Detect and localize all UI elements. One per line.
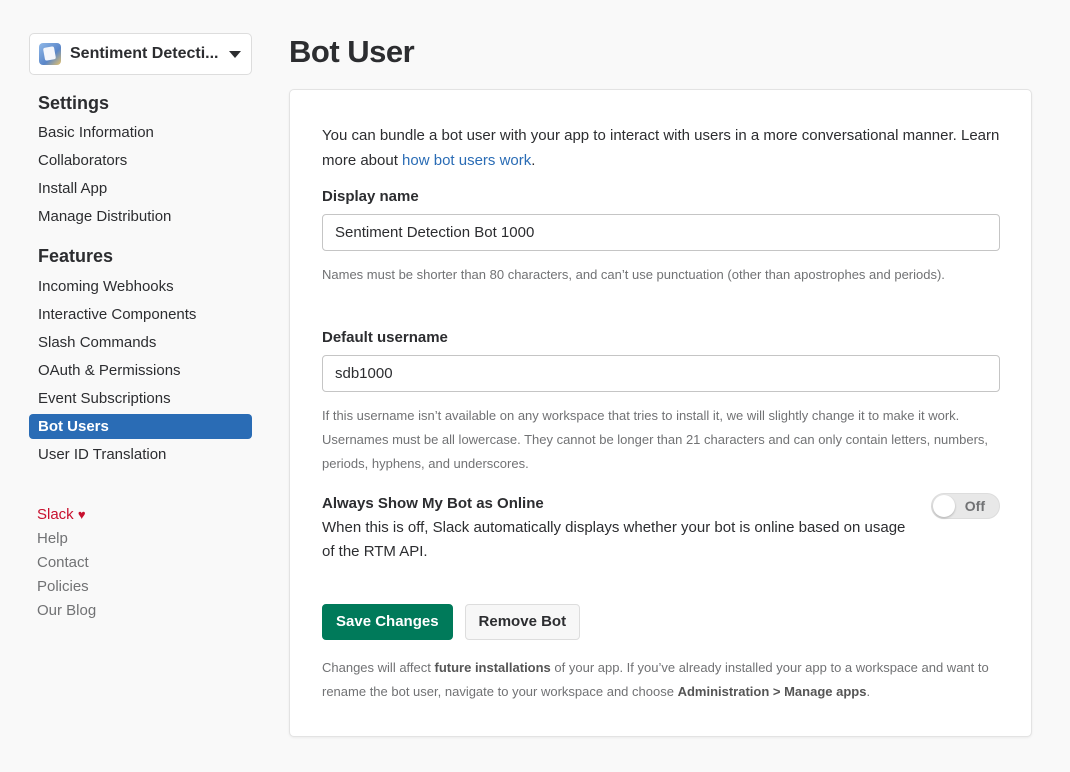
sidebar-item-incoming-webhooks[interactable]: Incoming Webhooks [29, 273, 252, 301]
note-bold-2: Administration > Manage apps [677, 684, 867, 699]
settings-heading: Settings [38, 93, 110, 113]
username-label: Default username [322, 329, 448, 346]
app-icon [39, 43, 61, 65]
note-part-1: Changes will affect [322, 660, 435, 675]
features-nav: Incoming Webhooks Interactive Components… [29, 273, 252, 469]
online-setting: Always Show My Bot as Online When this i… [322, 492, 1000, 564]
sidebar-item-event-subscriptions[interactable]: Event Subscriptions [29, 385, 252, 413]
footer-link-contact[interactable]: Contact [29, 551, 252, 575]
app-name: Sentiment Detecti... [70, 45, 219, 62]
save-changes-button[interactable]: Save Changes [322, 604, 453, 640]
online-toggle[interactable]: Off [931, 493, 1000, 519]
footer-links: Slack ♥ Help Contact Policies Our Blog [29, 503, 252, 623]
page-title: Bot User [289, 34, 415, 69]
intro-text: You can bundle a bot user with your app … [322, 123, 1000, 173]
username-field[interactable]: sdb1000 [322, 355, 1000, 392]
changes-note: Changes will affect future installations… [322, 656, 1000, 704]
note-end: . [866, 684, 871, 699]
sidebar-item-install-app[interactable]: Install App [29, 175, 252, 203]
sidebar-item-user-id-translation[interactable]: User ID Translation [29, 441, 252, 469]
sidebar-item-manage-distribution[interactable]: Manage Distribution [29, 203, 252, 231]
sidebar-item-bot-users[interactable]: Bot Users [29, 414, 252, 439]
display-name-hint: Names must be shorter than 80 characters… [322, 267, 945, 282]
sidebar-item-basic-information[interactable]: Basic Information [29, 119, 252, 147]
bot-users-docs-link[interactable]: how bot users work [402, 152, 531, 169]
footer-link-policies[interactable]: Policies [29, 575, 252, 599]
sidebar-item-oauth-permissions[interactable]: OAuth & Permissions [29, 357, 252, 385]
features-heading: Features [38, 246, 114, 266]
sidebar: Sentiment Detecti... Settings Basic Info… [29, 33, 252, 623]
chevron-down-icon [229, 50, 241, 58]
toggle-knob [933, 495, 955, 517]
intro-end: . [531, 152, 536, 169]
remove-bot-button[interactable]: Remove Bot [464, 604, 581, 640]
online-label: Always Show My Bot as Online [322, 495, 544, 512]
sidebar-item-slash-commands[interactable]: Slash Commands [29, 329, 252, 357]
bot-user-card: You can bundle a bot user with your app … [289, 89, 1032, 737]
action-buttons: Save Changes Remove Bot [322, 604, 1000, 640]
note-bold-1: future installations [434, 660, 551, 675]
display-name-field[interactable]: Sentiment Detection Bot 1000 [322, 214, 1000, 251]
footer-link-blog[interactable]: Our Blog [29, 599, 252, 623]
username-hint: If this username isn’t available on any … [322, 408, 989, 471]
app-picker[interactable]: Sentiment Detecti... [29, 33, 252, 75]
display-name-label: Display name [322, 188, 419, 205]
online-setting-text: Always Show My Bot as Online When this i… [322, 492, 912, 564]
footer-link-help[interactable]: Help [29, 527, 252, 551]
settings-nav: Basic Information Collaborators Install … [29, 119, 252, 231]
toggle-state-label: Off [964, 498, 985, 514]
sidebar-item-interactive-components[interactable]: Interactive Components [29, 301, 252, 329]
footer-link-slack[interactable]: Slack ♥ [29, 503, 252, 527]
sidebar-item-collaborators[interactable]: Collaborators [29, 147, 252, 175]
heart-icon: ♥ [77, 507, 86, 522]
online-description: When this is off, Slack automatically di… [322, 519, 906, 560]
slack-link-label: Slack [37, 506, 74, 523]
